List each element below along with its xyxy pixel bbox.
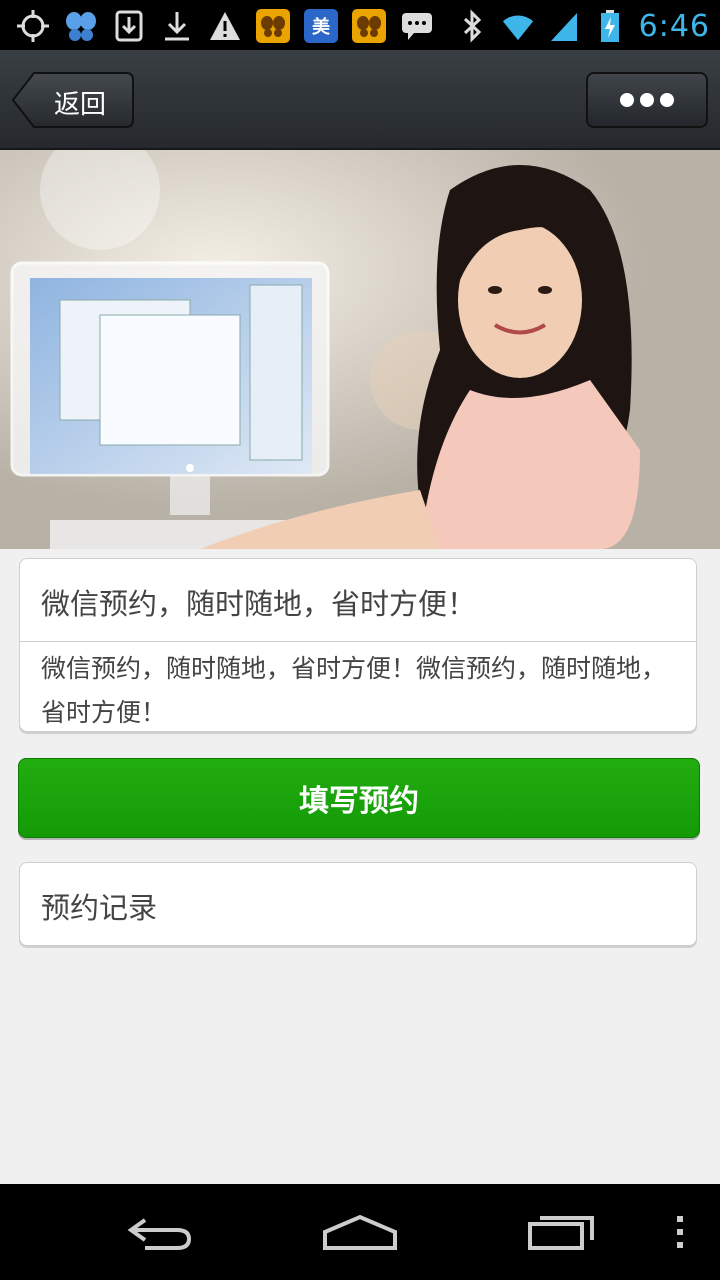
fill-reservation-button[interactable]: 填写预约 [18,758,700,838]
status-bar: 美 6:46 [0,0,720,50]
butterfly-app-icon [352,9,386,43]
info-card: 微信预约，随时随地，省时方便！ 微信预约，随时随地，省时方便！微信预约，随时随地… [19,558,697,732]
recent-apps-icon[interactable] [512,1184,612,1280]
back-button[interactable]: 返回 [12,72,134,128]
system-nav-bar [0,1184,720,1280]
wifi-icon [501,9,535,43]
gps-icon [16,9,50,43]
reservation-records-label: 预约记录 [41,891,158,925]
chat-icon [400,9,434,43]
download-icon [160,9,194,43]
info-title: 微信预约，随时随地，省时方便！ [41,587,477,621]
download-box-icon [112,9,146,43]
signal-icon [547,9,581,43]
divider [20,641,696,642]
more-options-button[interactable] [586,72,708,128]
banner-image [0,150,720,549]
back-button-label: 返回 [54,90,107,120]
warning-icon [208,9,242,43]
butterfly-icon [64,9,98,43]
clock: 6:46 [638,8,710,44]
reservation-records-button[interactable]: 预约记录 [19,862,697,946]
home-nav-icon[interactable] [310,1184,410,1280]
more-dots-icon [620,93,634,107]
bluetooth-icon [455,9,489,43]
overflow-menu-icon[interactable] [660,1184,700,1280]
butterfly-app-icon [256,9,290,43]
mei-app-icon: 美 [304,9,338,43]
title-bar: 返回 [0,50,720,150]
back-nav-icon[interactable] [110,1184,210,1280]
info-description: 微信预约，随时随地，省时方便！微信预约，随时随地，省时方便！ [41,654,667,727]
woman-at-computer-photo [0,150,720,549]
battery-charging-icon [593,9,627,43]
